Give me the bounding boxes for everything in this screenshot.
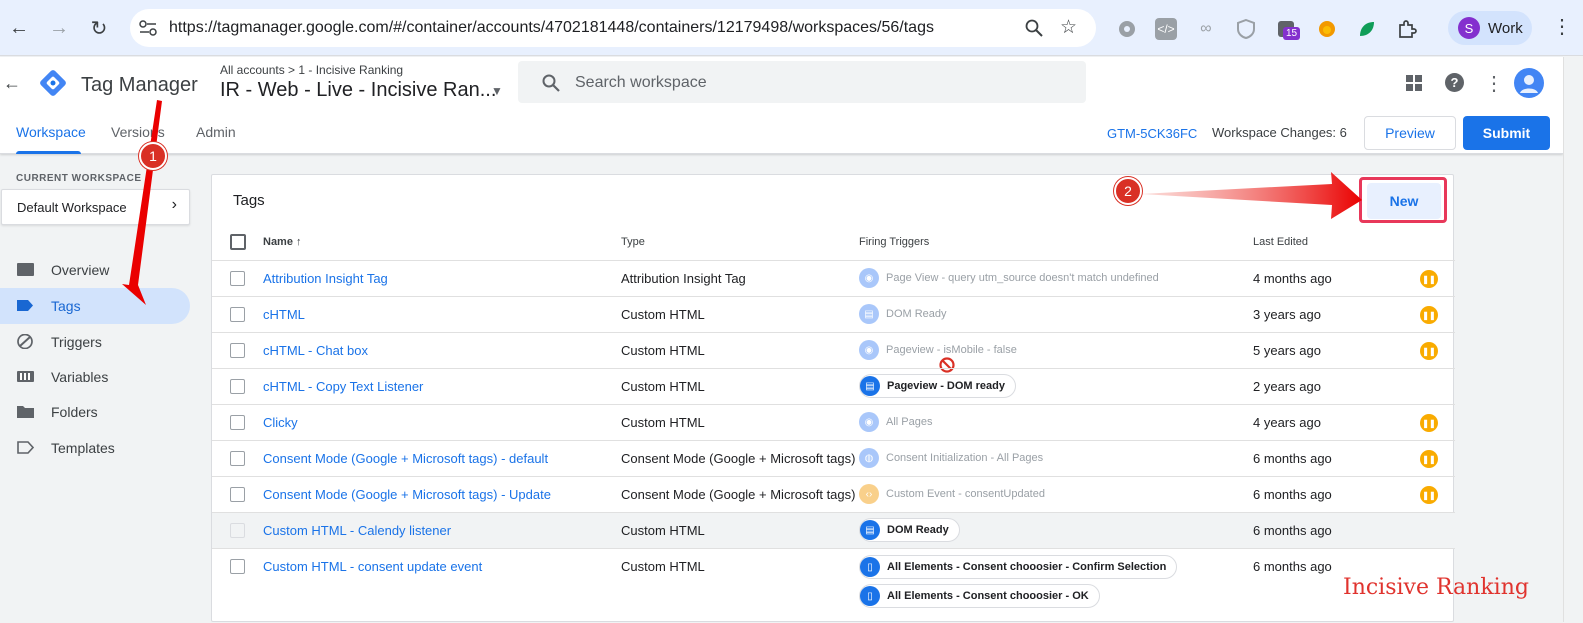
annotation-step-2: 2 <box>1114 177 1142 205</box>
arrow-step-1 <box>122 100 162 305</box>
annotation-arrows <box>122 100 1362 305</box>
annotation-step-1: 1 <box>139 142 167 170</box>
watermark: Incisive Ranking <box>1343 575 1529 600</box>
arrow-step-2 <box>1140 172 1362 219</box>
